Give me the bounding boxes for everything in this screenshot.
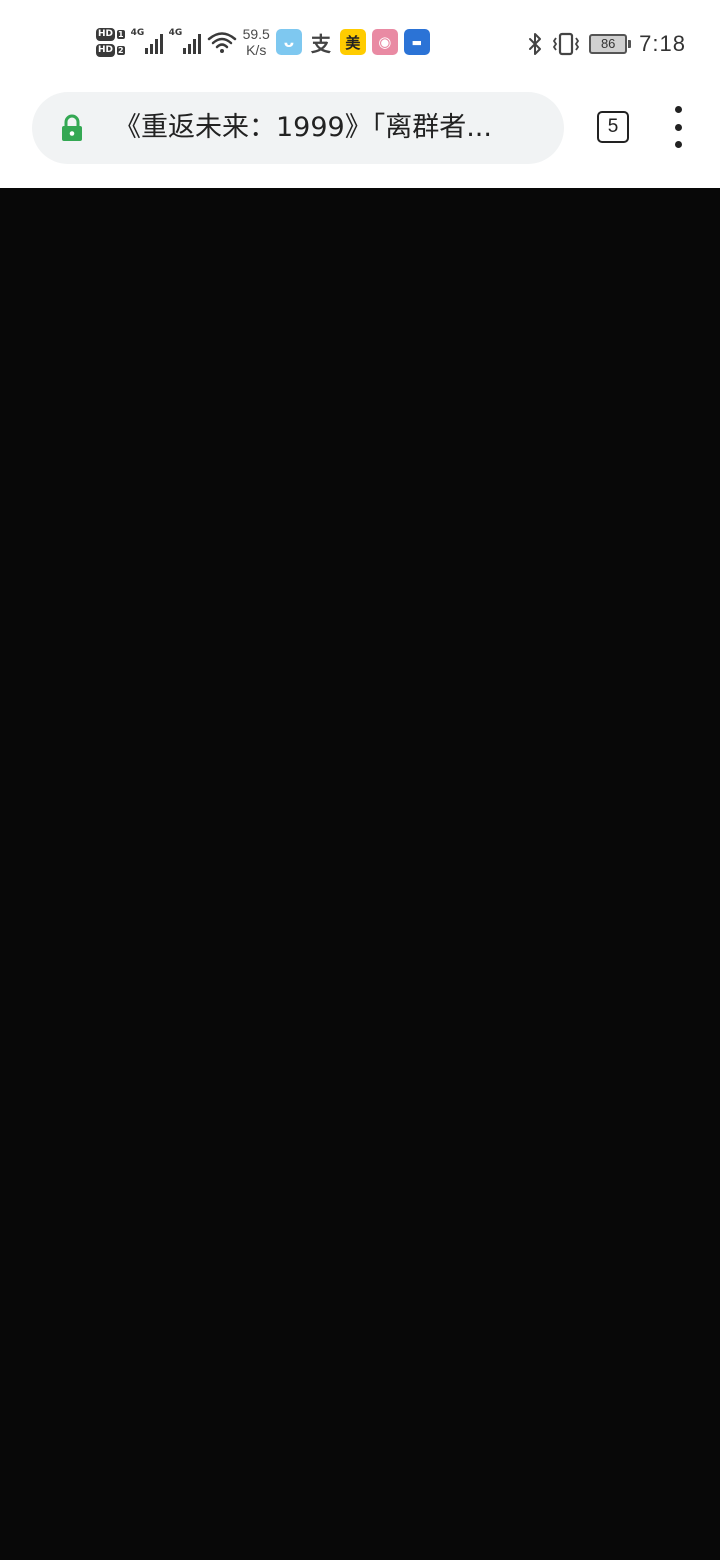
network-speed-unit: K/s bbox=[246, 42, 267, 58]
signal-bars bbox=[182, 34, 201, 54]
network-type-label: 4G bbox=[168, 28, 183, 38]
vibrate-icon bbox=[553, 32, 580, 56]
battery-level: 86 bbox=[589, 34, 628, 54]
browser-toolbar: 《重返未来：1999》「离群者... 5 bbox=[0, 84, 720, 188]
lock-icon[interactable] bbox=[60, 114, 84, 142]
hd-badge-sim1: HD 1 bbox=[96, 27, 125, 41]
screen: HD 1 HD 2 4G 4G 59.5 K/s ᴗ 支 美 ◉ ▬ 86 7:… bbox=[0, 0, 720, 1560]
hd-label: HD bbox=[96, 27, 116, 41]
bluetooth-icon bbox=[529, 33, 542, 55]
signal-strength-icon-sim1: 4G bbox=[130, 28, 163, 54]
status-bar-left: HD 1 HD 2 4G 4G 59.5 K/s ᴗ 支 美 ◉ ▬ bbox=[96, 20, 430, 64]
status-bar: HD 1 HD 2 4G 4G 59.5 K/s ᴗ 支 美 ◉ ▬ 86 7:… bbox=[0, 0, 720, 84]
web-content-area[interactable] bbox=[0, 188, 720, 1560]
app-notification-icon-4: ◉ bbox=[371, 29, 398, 55]
battery-tip bbox=[628, 40, 632, 48]
app-notification-icon-2: 支 bbox=[310, 31, 331, 56]
app-notification-icon-1: ᴗ bbox=[275, 29, 302, 55]
network-speed-value: 59.5 bbox=[242, 26, 270, 42]
status-clock: 7:18 bbox=[639, 31, 686, 56]
hd-sim-index: 2 bbox=[117, 45, 125, 55]
more-menu-icon[interactable] bbox=[664, 106, 692, 148]
signal-bars bbox=[144, 34, 163, 54]
status-bar-right: 86 7:18 bbox=[527, 24, 686, 64]
app-notification-icon-5: ▬ bbox=[403, 29, 430, 55]
url-text[interactable]: 《重返未来：1999》「离群者... bbox=[114, 92, 550, 164]
signal-strength-icon-sim2: 4G bbox=[168, 28, 201, 54]
hd-indicators: HD 1 HD 2 bbox=[96, 27, 125, 57]
battery-icon: 86 bbox=[589, 34, 632, 54]
network-type-label: 4G bbox=[130, 28, 145, 38]
hd-sim-index: 1 bbox=[117, 29, 125, 39]
wifi-icon bbox=[207, 32, 236, 53]
app-notification-icon-3: 美 bbox=[339, 29, 366, 55]
hd-badge-sim2: HD 2 bbox=[96, 43, 125, 57]
hd-label: HD bbox=[96, 43, 116, 57]
tab-switcher-button[interactable]: 5 bbox=[597, 111, 629, 143]
network-speed: 59.5 K/s bbox=[243, 26, 270, 58]
address-bar[interactable]: 《重返未来：1999》「离群者... bbox=[32, 92, 564, 164]
